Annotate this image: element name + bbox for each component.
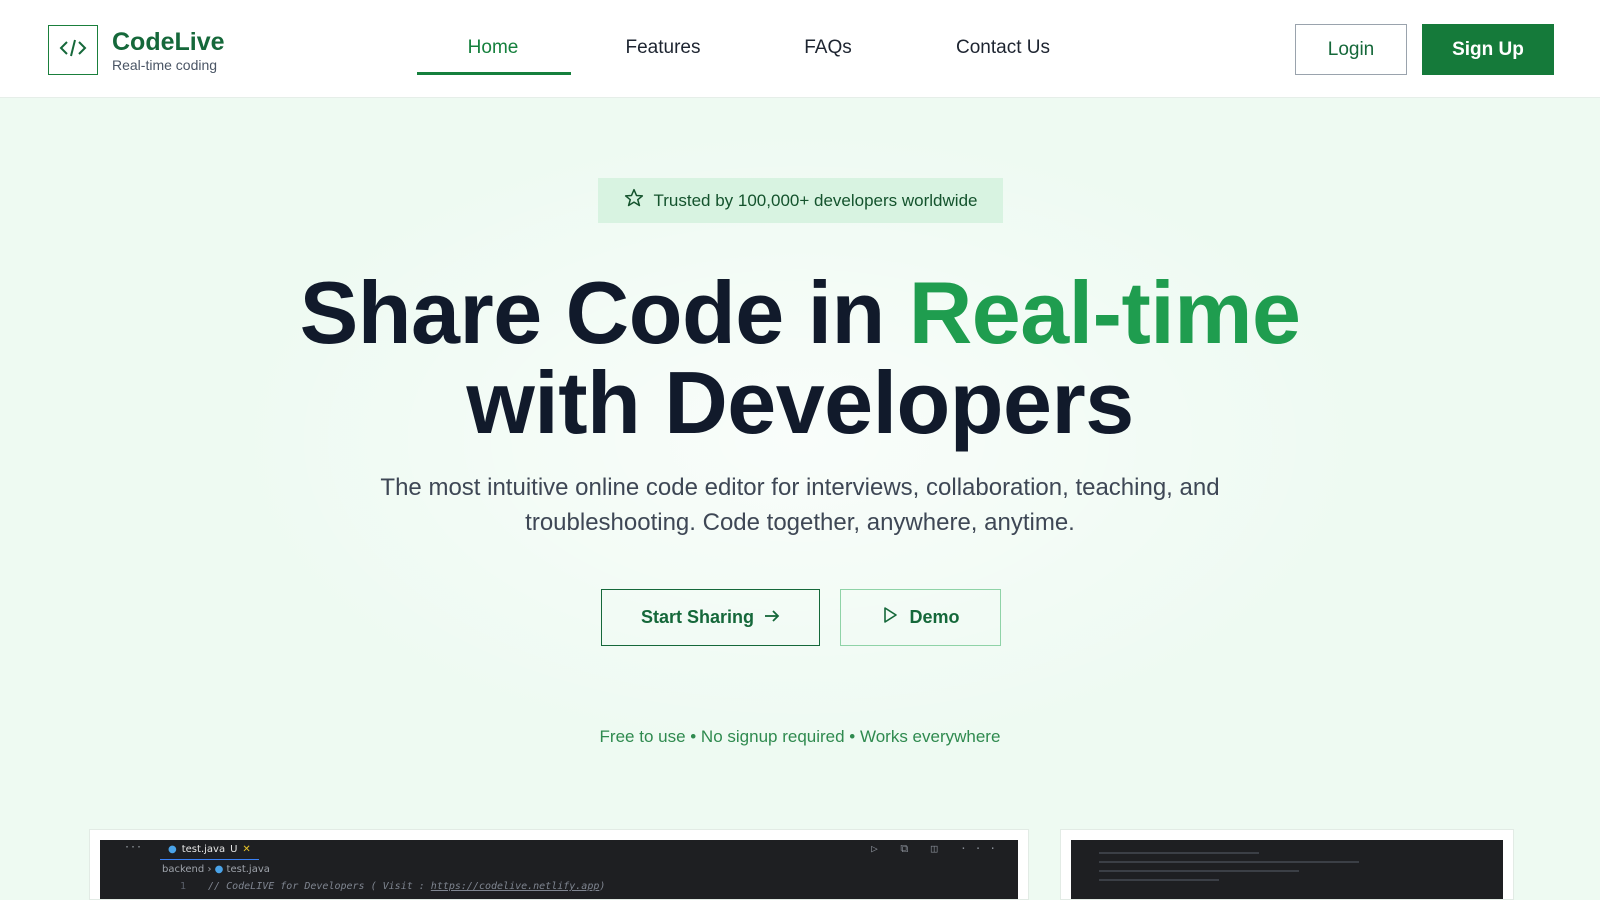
hero-title-part1: Share Code in	[299, 263, 909, 362]
editor-breadcrumb: backend › ● test.java	[162, 864, 270, 875]
code-editor-preview-secondary	[1071, 840, 1503, 899]
line-number: 1	[180, 881, 187, 892]
nav-features[interactable]: Features	[613, 37, 713, 59]
editor-actions-icon[interactable]: ▷ ⧉ ◫ ···	[871, 842, 1004, 856]
java-file-icon: ●	[214, 864, 224, 875]
code-editor-preview: ··· ● test.java U ✕ ▷ ⧉ ◫ ··· backend › …	[100, 840, 1018, 899]
hero-title-part2: with Developers	[466, 353, 1134, 452]
start-sharing-label: Start Sharing	[640, 607, 755, 627]
chevron-right-icon: ›	[207, 864, 215, 875]
more-options-icon[interactable]: ···	[124, 842, 142, 853]
demo-button[interactable]: Demo	[840, 589, 1001, 646]
play-icon	[881, 606, 899, 629]
java-file-icon: ●	[168, 844, 177, 855]
breadcrumb-file[interactable]: test.java	[227, 864, 270, 875]
brand-name[interactable]: CodeLive	[112, 28, 225, 57]
logo[interactable]	[48, 25, 98, 75]
editor-tab-bar: ··· ● test.java U ✕ ▷ ⧉ ◫ ···	[100, 840, 1018, 860]
editor-tab-status: U	[230, 844, 238, 855]
login-button[interactable]: Login	[1295, 24, 1407, 75]
close-icon[interactable]: ✕	[242, 844, 250, 855]
editor-preview-card-secondary	[1060, 829, 1514, 900]
editor-tab[interactable]: ● test.java U ✕	[160, 840, 259, 860]
breadcrumb-folder[interactable]: backend	[162, 864, 204, 875]
hero-title: Share Code in Real-time with Developers	[0, 268, 1600, 448]
demo-label: Demo	[909, 607, 960, 627]
start-sharing-button[interactable]: Start Sharing	[601, 589, 820, 646]
code-url: https://codelive.netlify.app	[430, 881, 600, 892]
hero-subtitle: The most intuitive online code editor fo…	[380, 474, 1220, 536]
top-navbar: CodeLive Real-time coding Home Features …	[0, 0, 1600, 98]
code-brackets-icon	[59, 37, 87, 64]
hero-title-accent: Real-time	[908, 263, 1301, 362]
editor-preview-card: ··· ● test.java U ✕ ▷ ⧉ ◫ ··· backend › …	[89, 829, 1029, 900]
signup-button[interactable]: Sign Up	[1422, 24, 1554, 75]
code-line: 1 // CodeLIVE for Developers ( Visit : ht…	[180, 881, 605, 892]
editor-tab-label: test.java	[181, 844, 226, 855]
code-comment-end: )	[599, 881, 606, 892]
trust-badge-text: Trusted by 100,000+ developers worldwide	[653, 190, 978, 210]
star-icon	[624, 188, 644, 213]
nav-home[interactable]: Home	[443, 37, 543, 59]
code-comment: // CodeLIVE for Developers ( Visit :	[208, 881, 431, 892]
code-lines-thumbnail	[1099, 852, 1359, 888]
trust-badge: Trusted by 100,000+ developers worldwide	[598, 178, 1003, 223]
nav-active-indicator	[417, 72, 571, 75]
brand-tagline: Real-time coding	[112, 57, 218, 73]
nav-faqs[interactable]: FAQs	[788, 37, 868, 59]
features-note: Free to use • No signup required • Works…	[599, 727, 1001, 746]
nav-contact-us[interactable]: Contact Us	[943, 37, 1063, 59]
arrow-right-icon	[764, 607, 780, 628]
